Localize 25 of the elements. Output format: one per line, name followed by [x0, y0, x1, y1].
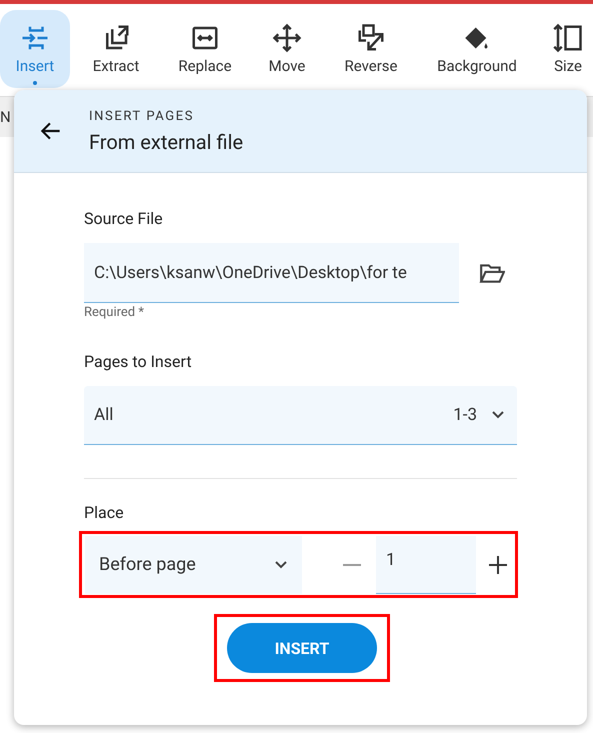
place-select[interactable]: Before page [85, 536, 302, 594]
background-text: N [0, 108, 11, 126]
field-label: Place [84, 503, 124, 522]
plus-icon[interactable] [487, 554, 509, 576]
toolbar-button[interactable]: Background [416, 10, 538, 88]
folder-icon[interactable] [479, 262, 505, 284]
toolbar-button[interactable]: Move [248, 10, 326, 88]
reverse-icon [356, 23, 386, 53]
toolbar-button[interactable]: Extract [70, 10, 162, 88]
field-label: Pages to Insert [84, 352, 192, 371]
toolbar-button[interactable]: Replace [162, 10, 248, 88]
panel-overline: INSERT PAGES [89, 108, 196, 124]
chevron-down-icon [491, 410, 505, 420]
field-hint: Required * [84, 305, 144, 320]
panel-title: From external file [89, 130, 244, 154]
pages-select[interactable]: All 1-3 [84, 386, 517, 445]
field-label: Source File [84, 209, 163, 228]
source-file-field[interactable]: C:\Users\ksanw\OneDrive\Desktop\for te [84, 243, 459, 303]
toolbar-button[interactable]: Reverse [326, 10, 416, 88]
page-number-field[interactable]: 1 [376, 536, 476, 594]
chevron-down-icon [274, 560, 288, 570]
move-icon [272, 23, 302, 53]
insert-button[interactable]: INSERT [227, 623, 377, 673]
toolbar-button[interactable]: Size [538, 10, 593, 88]
size-icon [553, 23, 583, 53]
